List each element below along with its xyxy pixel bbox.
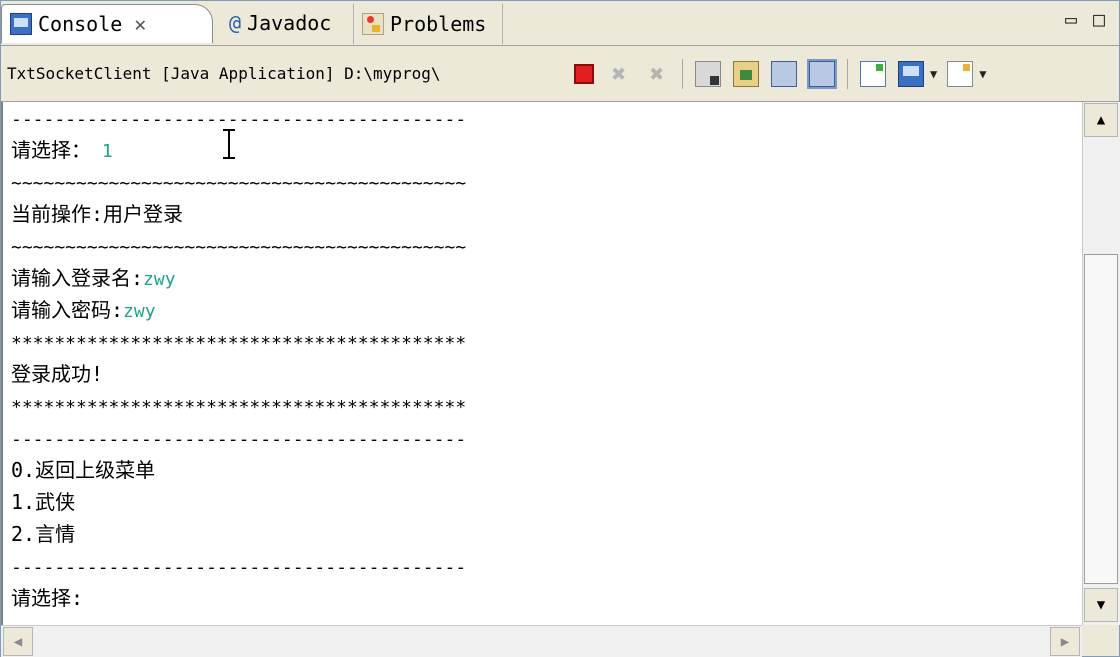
console-toolbar: TxtSocketClient [Java Application] D:\my… bbox=[1, 46, 1119, 102]
tab-problems-label: Problems bbox=[390, 12, 487, 36]
console-line: 当前操作:用户登录 bbox=[3, 198, 1083, 230]
clear-console-button[interactable] bbox=[695, 60, 721, 87]
horizontal-scrollbar[interactable]: ◀ ▶ bbox=[1, 625, 1082, 657]
vertical-scrollbar[interactable]: ▲ ▼ bbox=[1082, 102, 1120, 625]
problems-icon bbox=[362, 13, 384, 35]
console-text: 请选择： bbox=[11, 138, 91, 162]
console-line: 2.言情 bbox=[3, 518, 1083, 550]
console-text: 2.言情 bbox=[11, 522, 76, 546]
remove-launch-button[interactable]: ✖ bbox=[606, 61, 632, 87]
console-line: 请选择： 1 bbox=[3, 134, 1083, 166]
console-user-input: 1 bbox=[91, 141, 113, 162]
scroll-thumb[interactable] bbox=[1084, 254, 1118, 584]
console-line: ****************************************… bbox=[3, 326, 1083, 358]
scrollbar-corner bbox=[1082, 625, 1119, 656]
console-line: ----------------------------------------… bbox=[3, 550, 1083, 582]
console-separator: ****************************************… bbox=[11, 333, 467, 354]
console-text: 登录成功! bbox=[11, 362, 104, 386]
terminate-button[interactable] bbox=[574, 63, 594, 84]
console-text: 1.武侠 bbox=[11, 490, 76, 514]
pin-console-button[interactable] bbox=[860, 60, 886, 87]
close-icon[interactable]: ✕ bbox=[134, 12, 146, 36]
console-user-input: zwy bbox=[143, 269, 176, 290]
console-output[interactable]: ----------------------------------------… bbox=[1, 102, 1083, 625]
display-console-button[interactable] bbox=[898, 60, 924, 87]
at-sign-icon: @ bbox=[229, 11, 242, 35]
tab-bar: Console ✕ @ Javadoc Problems ▭ □ bbox=[1, 1, 1119, 46]
console-line: ----------------------------------------… bbox=[3, 422, 1083, 454]
minimize-button[interactable]: ▭ bbox=[1065, 7, 1077, 31]
text-cursor-icon bbox=[223, 129, 235, 159]
console-line: 请输入登录名:zwy bbox=[3, 262, 1083, 294]
console-user-input: zwy bbox=[123, 301, 156, 322]
console-view: Console ✕ @ Javadoc Problems ▭ □ TxtSock… bbox=[0, 0, 1120, 657]
console-separator: ~~~~~~~~~~~~~~~~~~~~~~~~~~~~~~~~~~~~~~~~… bbox=[11, 237, 467, 258]
console-text: 0.返回上级菜单 bbox=[11, 458, 156, 482]
console-separator: ----------------------------------------… bbox=[11, 429, 467, 450]
maximize-button[interactable]: □ bbox=[1093, 7, 1105, 31]
console-text: 当前操作:用户登录 bbox=[11, 202, 184, 226]
console-line: 登录成功! bbox=[3, 358, 1083, 390]
scroll-right-button[interactable]: ▶ bbox=[1050, 627, 1080, 656]
toolbar-separator bbox=[682, 58, 683, 89]
console-icon bbox=[10, 13, 32, 35]
console-line: ----------------------------------------… bbox=[3, 102, 1083, 134]
console-separator: ****************************************… bbox=[11, 397, 467, 418]
chevron-down-icon[interactable]: ▼ bbox=[930, 67, 937, 81]
process-title: TxtSocketClient [Java Application] D:\my… bbox=[7, 64, 441, 83]
scroll-left-button[interactable]: ◀ bbox=[3, 627, 33, 656]
console-separator: ----------------------------------------… bbox=[11, 557, 467, 578]
tab-javadoc[interactable]: @ Javadoc bbox=[219, 4, 347, 42]
scroll-lock-button[interactable] bbox=[733, 60, 759, 87]
show-on-stderr-button[interactable] bbox=[807, 58, 837, 89]
tab-console-label: Console bbox=[38, 12, 123, 36]
console-line: 0.返回上级菜单 bbox=[3, 454, 1083, 486]
remove-all-terminated-button[interactable]: ✖ bbox=[644, 61, 670, 87]
console-text: 请输入登录名: bbox=[11, 266, 144, 290]
chevron-down-icon[interactable]: ▼ bbox=[979, 67, 986, 81]
console-line: 请选择: bbox=[3, 582, 1083, 614]
tab-javadoc-label: Javadoc bbox=[247, 11, 332, 35]
tab-problems[interactable]: Problems bbox=[353, 4, 503, 44]
console-line: 请输入密码:zwy bbox=[3, 294, 1083, 326]
console-line: ~~~~~~~~~~~~~~~~~~~~~~~~~~~~~~~~~~~~~~~~… bbox=[3, 230, 1083, 262]
tab-console[interactable]: Console ✕ bbox=[1, 4, 213, 43]
show-on-stdout-button[interactable] bbox=[771, 60, 797, 87]
console-separator: ----------------------------------------… bbox=[11, 109, 467, 130]
console-line: ****************************************… bbox=[3, 390, 1083, 422]
console-text: 请选择: bbox=[11, 586, 84, 610]
toolbar-separator bbox=[847, 58, 848, 89]
scroll-down-button[interactable]: ▼ bbox=[1084, 588, 1118, 622]
scroll-up-button[interactable]: ▲ bbox=[1084, 103, 1118, 137]
console-separator: ~~~~~~~~~~~~~~~~~~~~~~~~~~~~~~~~~~~~~~~~… bbox=[11, 173, 467, 194]
console-line: 1.武侠 bbox=[3, 486, 1083, 518]
open-console-button[interactable] bbox=[947, 60, 974, 87]
console-text: 请输入密码: bbox=[11, 298, 124, 322]
console-line: ~~~~~~~~~~~~~~~~~~~~~~~~~~~~~~~~~~~~~~~~… bbox=[3, 166, 1083, 198]
